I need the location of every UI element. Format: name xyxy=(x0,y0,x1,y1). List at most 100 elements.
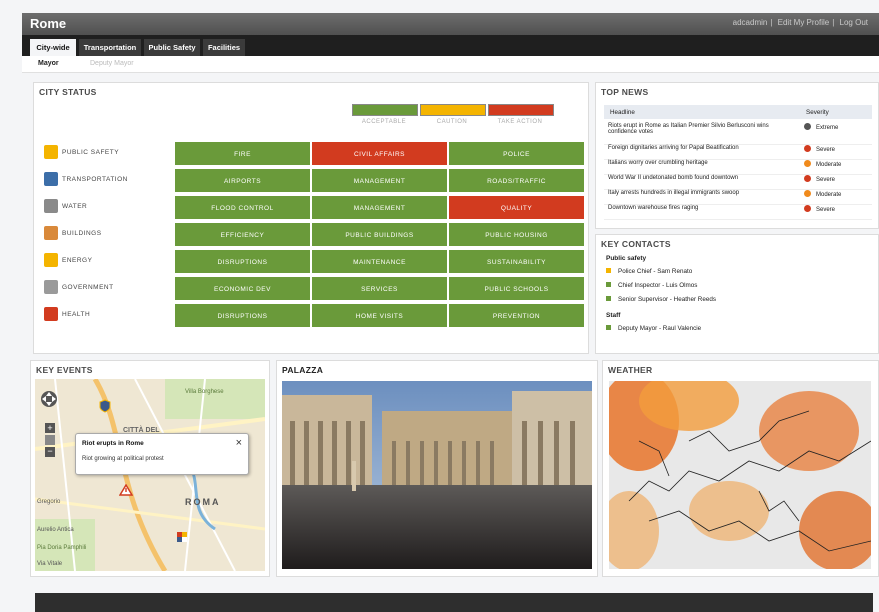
category-label: WATER xyxy=(62,203,88,210)
status-square-icon xyxy=(606,325,611,330)
zoom-out-button[interactable]: − xyxy=(45,447,55,457)
footer-bar xyxy=(35,593,873,612)
severe-icon xyxy=(804,145,811,152)
news-row[interactable]: Riots erupt in Rome as Italian Premier S… xyxy=(604,123,872,145)
logout-link[interactable]: Log Out xyxy=(840,18,868,27)
status-cell-roads-traffic[interactable]: ROADS/TRAFFIC xyxy=(448,168,585,193)
legend-acceptable-label: ACCEPTABLE xyxy=(361,119,407,125)
app-header: Rome adcadmin | Edit My Profile | Log Out xyxy=(22,13,879,35)
status-cell-sustainability[interactable]: SUSTAINABILITY xyxy=(448,249,585,274)
map-roads xyxy=(35,379,265,571)
news-row[interactable]: Italians worry over crumbling heritage Mo… xyxy=(604,160,872,175)
news-row[interactable]: Foreign dignitaries arriving for Papal B… xyxy=(604,145,872,160)
status-cell-civil-affairs[interactable]: CIVIL AFFAIRS xyxy=(311,141,448,166)
status-cell-disruptions[interactable]: DISRUPTIONS xyxy=(174,303,311,328)
status-cell-public-schools[interactable]: PUBLIC SCHOOLS xyxy=(448,276,585,301)
username-link[interactable]: adcadmin xyxy=(733,18,768,27)
news-headline: Italians worry over crumbling heritage xyxy=(608,160,708,166)
news-row[interactable]: Downtown warehouse fires raging Severe xyxy=(604,205,872,220)
category-label: ENERGY xyxy=(62,257,93,264)
status-cell-public-buildings[interactable]: PUBLIC BUILDINGS xyxy=(311,222,448,247)
legend-take-action-swatch xyxy=(488,104,554,116)
shield-marker-icon[interactable] xyxy=(99,399,111,413)
main-tabs: City-wide Transportation Public Safety F… xyxy=(22,35,879,56)
status-square-icon xyxy=(606,268,611,273)
contact-item[interactable]: Deputy Mayor - Raul Valencie xyxy=(606,325,701,332)
status-cell-public-housing[interactable]: PUBLIC HOUSING xyxy=(448,222,585,247)
news-row[interactable]: Italy arrests hundreds in illegal immigr… xyxy=(604,190,872,205)
severe-icon xyxy=(804,205,811,212)
warning-marker-icon[interactable] xyxy=(118,483,134,496)
subtab-mayor[interactable]: Mayor xyxy=(38,60,59,67)
status-cell-fire[interactable]: FIRE xyxy=(174,141,311,166)
faucet-icon xyxy=(44,199,58,213)
status-cell-maintenance[interactable]: MAINTENANCE xyxy=(311,249,448,274)
category-health: HEALTH xyxy=(44,303,174,327)
tab-facilities[interactable]: Facilities xyxy=(203,39,245,56)
pan-control[interactable] xyxy=(39,389,59,409)
status-cell-airports[interactable]: AIRPORTS xyxy=(174,168,311,193)
contact-group-header: Staff xyxy=(606,312,621,319)
severity-column-header[interactable]: Severity xyxy=(806,109,829,116)
news-severity: Extreme xyxy=(804,123,870,131)
contact-item[interactable]: Senior Supervisor - Heather Reeds xyxy=(606,296,716,303)
legend-take-action-label: TAKE ACTION xyxy=(497,119,543,125)
top-news-panel: TOP NEWS Headline Severity Riots erupt i… xyxy=(595,82,879,229)
legend-acceptable-swatch xyxy=(352,104,418,116)
status-cell-disruptions[interactable]: DISRUPTIONS xyxy=(174,249,311,274)
zoom-in-button[interactable]: + xyxy=(45,423,55,433)
contact-group-header: Public safety xyxy=(606,255,647,262)
category-label: TRANSPORTATION xyxy=(62,176,128,183)
top-news-title: TOP NEWS xyxy=(601,87,649,97)
close-icon[interactable]: × xyxy=(236,437,242,449)
news-headline: Foreign dignitaries arriving for Papal B… xyxy=(608,145,739,151)
bus-icon xyxy=(44,172,58,186)
app-title: Rome xyxy=(30,16,67,31)
status-cell-quality[interactable]: QUALITY xyxy=(448,195,585,220)
status-cell-flood-control[interactable]: FLOOD CONTROL xyxy=(174,195,311,220)
news-headline: Riots erupt in Rome as Italian Premier S… xyxy=(608,123,769,135)
user-links: adcadmin | Edit My Profile | Log Out xyxy=(732,18,868,27)
map-label-roma: ROMA xyxy=(185,497,221,507)
status-cell-management[interactable]: MANAGEMENT xyxy=(311,195,448,220)
legend-caution-swatch xyxy=(420,104,486,116)
map-label-villa-borghese: Villa Borghese xyxy=(185,389,224,395)
headline-column-header[interactable]: Headline xyxy=(610,109,635,116)
edit-profile-link[interactable]: Edit My Profile xyxy=(778,18,830,27)
status-cell-management[interactable]: MANAGEMENT xyxy=(311,168,448,193)
news-severity: Severe xyxy=(804,175,870,183)
contact-name: Chief Inspector - Luis Olmos xyxy=(618,282,698,289)
status-cell-police[interactable]: POLICE xyxy=(448,141,585,166)
red-cross-icon xyxy=(44,307,58,321)
flag-marker-icon[interactable] xyxy=(177,529,187,542)
category-energy: ENERGY xyxy=(44,249,174,273)
contact-item[interactable]: Chief Inspector - Luis Olmos xyxy=(606,282,697,289)
news-severity: Severe xyxy=(804,205,870,213)
zoom-slider[interactable] xyxy=(45,435,55,445)
contact-item[interactable]: Police Chief - Sam Renato xyxy=(606,268,692,275)
tab-transportation[interactable]: Transportation xyxy=(79,39,141,56)
status-cell-economic-dev[interactable]: ECONOMIC DEV xyxy=(174,276,311,301)
status-cell-home-visits[interactable]: HOME VISITS xyxy=(311,303,448,328)
palazza-panel: PALAZZA xyxy=(276,360,598,577)
city-status-title: CITY STATUS xyxy=(39,87,97,97)
contact-name: Senior Supervisor - Heather Reeds xyxy=(618,296,716,303)
status-cell-efficiency[interactable]: EFFICIENCY xyxy=(174,222,311,247)
moderate-icon xyxy=(804,190,811,197)
weather-map[interactable] xyxy=(609,381,871,569)
news-headline: Downtown warehouse fires raging xyxy=(608,205,699,211)
tab-public-safety[interactable]: Public Safety xyxy=(144,39,200,56)
key-events-title: KEY EVENTS xyxy=(36,365,93,375)
extreme-icon xyxy=(804,123,811,130)
severity-label: Moderate xyxy=(816,192,842,198)
moderate-icon xyxy=(804,160,811,167)
popup-body: Riot growing at political protest xyxy=(82,456,164,462)
status-cell-prevention[interactable]: PREVENTION xyxy=(448,303,585,328)
subtab-deputy-mayor[interactable]: Deputy Mayor xyxy=(90,60,134,67)
map-label-pamphili: Pia Doria Pamphili xyxy=(37,545,87,551)
map-view[interactable]: Villa Borghese ROMA Gregorio Aurelio Ant… xyxy=(35,379,265,571)
status-cell-services[interactable]: SERVICES xyxy=(311,276,448,301)
category-public-safety: PUBLIC SAFETY xyxy=(44,141,174,165)
tab-city-wide[interactable]: City-wide xyxy=(30,39,76,56)
news-row[interactable]: World War II undetonated bomb found down… xyxy=(604,175,872,190)
